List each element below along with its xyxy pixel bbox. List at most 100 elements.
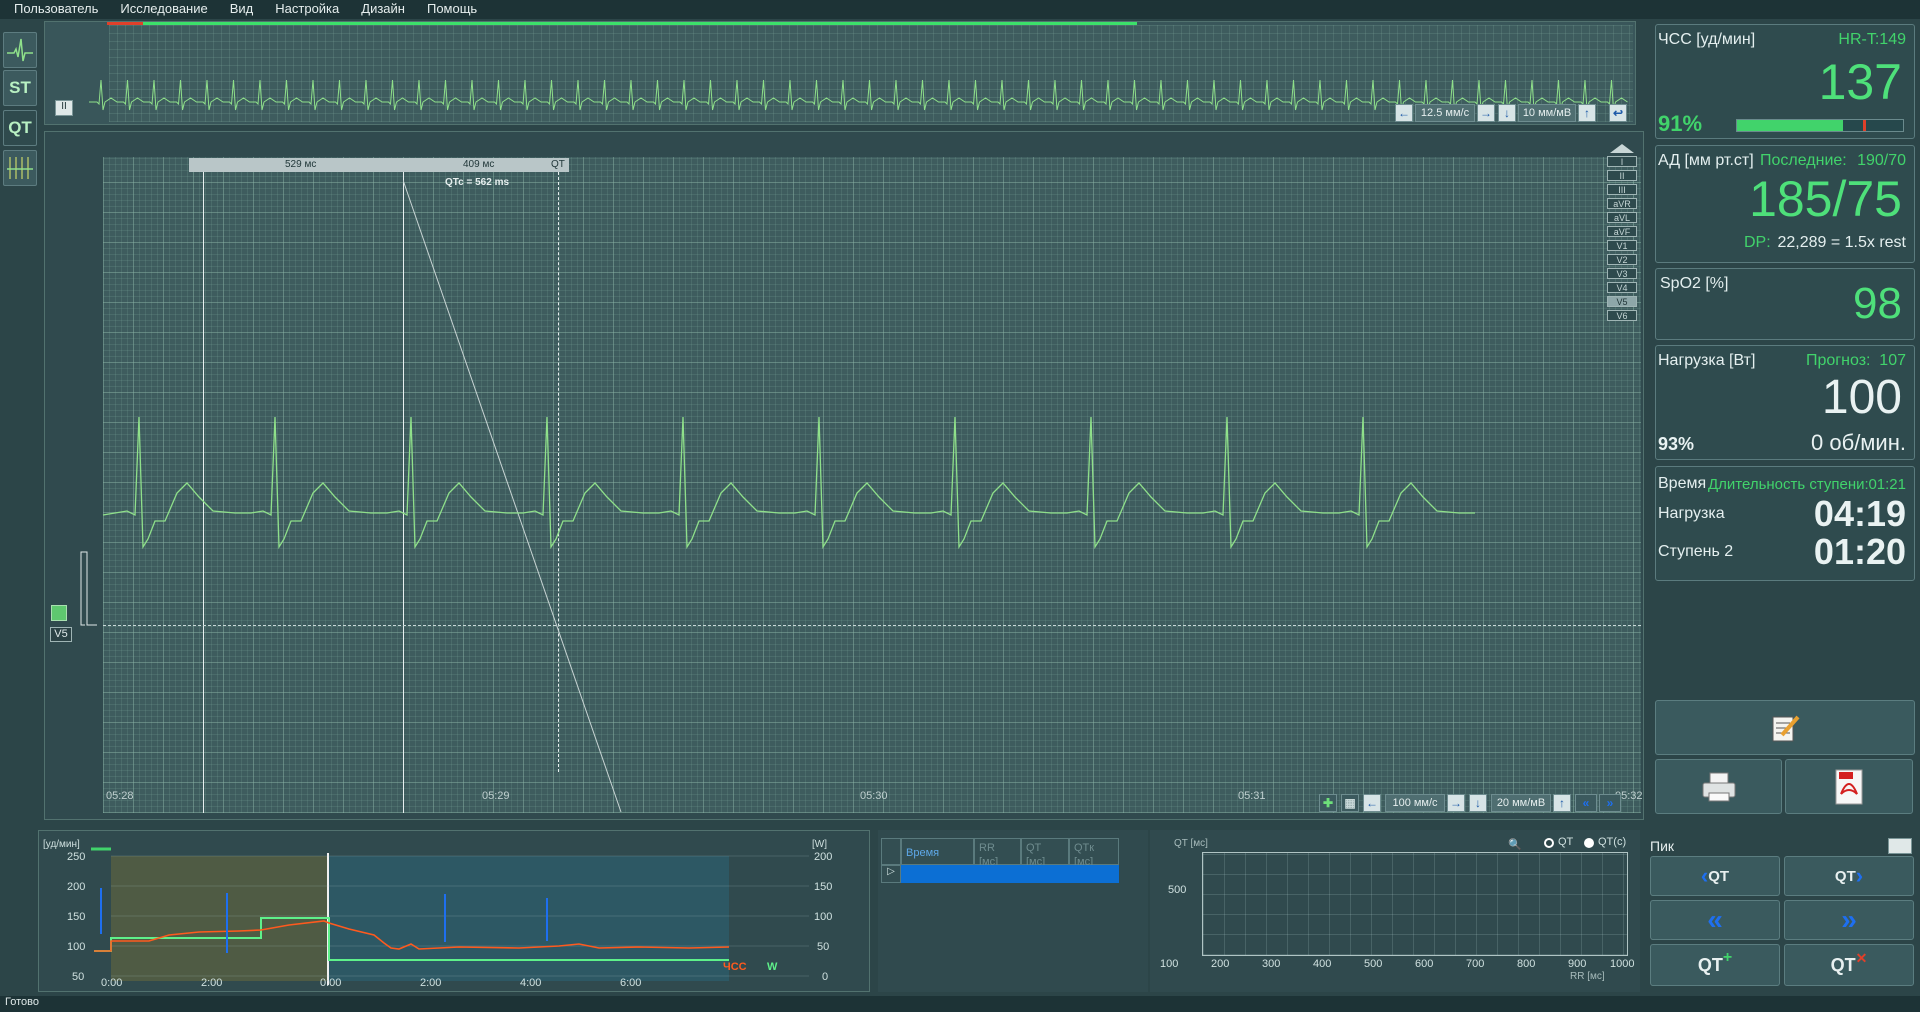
main-gain: 20 мм/мВ (1491, 794, 1551, 812)
load-label: Нагрузка [Вт] (1658, 352, 1756, 369)
radio-qtc-label: QT(c) (1598, 836, 1627, 848)
qt-plot-ytick-500: 500 (1168, 880, 1186, 898)
prev-qt-button[interactable]: ‹ QT (1650, 856, 1780, 896)
hr-bar-fill (1737, 120, 1843, 131)
qt-plot-xlabel: RR [мс] (1570, 971, 1605, 982)
overview-speed: 12.5 мм/с (1415, 104, 1475, 122)
bp-last-value: 190/70 (1857, 152, 1906, 169)
zoom-in-button[interactable]: ✚ (1319, 794, 1337, 812)
delete-x-icon: ✕ (1855, 949, 1868, 966)
gain-up-button[interactable]: ↑ (1553, 794, 1571, 812)
main-ecg-panel: 529 мс 409 мс QT QTc = 562 ms V5 05:28 0… (44, 131, 1644, 820)
zoom-fit-button[interactable]: ▦ (1341, 794, 1359, 812)
trend-x-tick-1: 0:00 (101, 977, 123, 989)
menu-study[interactable]: Исследование (106, 0, 215, 19)
next-qt-button[interactable]: QT › (1784, 856, 1914, 896)
qt-plot-xtick-1000: 1000 (1610, 958, 1635, 970)
lead-V1[interactable]: V1 (1607, 240, 1637, 251)
bp-label: АД [мм рт.ст] (1658, 152, 1754, 169)
add-qt-button[interactable]: QT + (1650, 944, 1780, 986)
radio-qt[interactable] (1544, 838, 1554, 848)
double-chevron-left-icon: « (1707, 904, 1723, 935)
overview-speed-down[interactable]: ← (1395, 104, 1413, 122)
trend-x-tick-3: 0:00 (320, 977, 342, 989)
scroll-back-button[interactable]: « (1575, 794, 1597, 812)
qt-col-time[interactable]: Время (901, 838, 974, 865)
qt-plot-xtick-400: 400 (1313, 958, 1332, 970)
main-ecg-trace (80, 416, 1475, 626)
magnifier-icon[interactable]: 🔍 (1508, 838, 1522, 851)
qt-plot-xtick-700: 700 (1466, 958, 1485, 970)
hr-bar (1736, 119, 1904, 132)
load-forecast-value: 107 (1879, 352, 1906, 369)
overview-back-button[interactable]: ↩ (1609, 104, 1627, 122)
menu-user[interactable]: Пользователь (0, 0, 106, 19)
st-label: ST (9, 78, 31, 97)
lead-III[interactable]: III (1607, 184, 1637, 195)
qt-plot-xtick-600: 600 (1415, 958, 1434, 970)
overview-gain-up[interactable]: ↑ (1578, 104, 1596, 122)
lead-II[interactable]: II (1607, 170, 1637, 181)
qt-table-panel: Время RR [мс] QT [мс] QTк [мс] ▷ (878, 830, 1148, 992)
lead-I[interactable]: I (1607, 156, 1637, 167)
overview-gain-down[interactable]: ↓ (1498, 104, 1516, 122)
overview-marker (107, 22, 143, 25)
stage-time-value: 01:20 (1813, 531, 1906, 572)
delete-qt-button[interactable]: QT ✕ (1784, 944, 1914, 986)
qt-plot-xtick-900: 900 (1568, 958, 1587, 970)
radio-qt-label: QT (1558, 836, 1574, 848)
lead-label: V5 (50, 627, 72, 642)
notes-button[interactable] (1655, 700, 1915, 755)
pause-button[interactable]: II (55, 100, 73, 116)
lead-V3[interactable]: V3 (1607, 268, 1637, 279)
menu-help[interactable]: Помощь (413, 0, 485, 19)
st-view-icon[interactable]: ST (3, 70, 37, 106)
lead-V6[interactable]: V6 (1607, 310, 1637, 321)
chevron-left-icon: ‹ (1700, 863, 1709, 888)
menu-view[interactable]: Вид (216, 0, 262, 19)
time-label-1: 05:28 (106, 790, 134, 802)
stage-duration-value: 01:21 (1868, 476, 1906, 493)
pdf-export-button[interactable] (1785, 759, 1913, 814)
load-percent: 93% (1658, 434, 1695, 454)
qt-col-rr[interactable]: RR [мс] (974, 838, 1021, 868)
menu-design[interactable]: Дизайн (347, 0, 413, 19)
speed-down-button[interactable]: ← (1363, 794, 1381, 812)
qt-view-icon[interactable]: QT (3, 110, 37, 146)
lead-aVL[interactable]: aVL (1607, 212, 1637, 223)
double-chevron-right-icon: » (1841, 904, 1857, 935)
status-bar: Готово (0, 996, 1920, 1012)
scroll-forward-button[interactable]: » (1599, 794, 1621, 812)
menu-settings[interactable]: Настройка (261, 0, 347, 19)
peak-edit-icon[interactable] (1888, 838, 1912, 854)
forward-button[interactable]: » (1784, 900, 1914, 940)
print-button[interactable] (1655, 759, 1782, 814)
overview-speed-up[interactable]: → (1477, 104, 1495, 122)
qt-table-row[interactable] (901, 865, 1119, 883)
qt-plot-xtick-100: 100 (1160, 958, 1179, 970)
chevron-right-icon: › (1855, 863, 1864, 888)
grid-view-icon[interactable] (3, 150, 37, 186)
qt-col-qtk[interactable]: QTк [мс] (1069, 838, 1119, 868)
radio-qtc[interactable] (1584, 838, 1594, 848)
qt-plot-xtick-800: 800 (1517, 958, 1536, 970)
lead-scroll-up-icon[interactable] (1610, 144, 1634, 153)
stage-label: Ступень 2 (1658, 543, 1734, 560)
rewind-button[interactable]: « (1650, 900, 1780, 940)
trend-x-tick-5: 4:00 (520, 977, 542, 989)
notepad-icon (1772, 715, 1800, 741)
qt-plot-xtick-500: 500 (1364, 958, 1383, 970)
lead-V2[interactable]: V2 (1607, 254, 1637, 265)
hr-percent: 91% (1658, 111, 1703, 136)
lead-aVR[interactable]: aVR (1607, 198, 1637, 209)
lead-aVF[interactable]: aVF (1607, 226, 1637, 237)
speed-up-button[interactable]: → (1447, 794, 1465, 812)
gain-down-button[interactable]: ↓ (1469, 794, 1487, 812)
overview-strip: II ← 12.5 мм/с → ↓ 10 мм/мВ ↑ ↩ (44, 21, 1636, 125)
lead-V4[interactable]: V4 (1607, 282, 1637, 293)
pdf-icon (1835, 769, 1863, 804)
lead-V5[interactable]: V5 (1607, 296, 1637, 307)
qt-col-qt[interactable]: QT [мс] (1021, 838, 1069, 868)
dp-value: 22,289 = 1.5x rest (1777, 234, 1906, 251)
ecg-view-icon[interactable] (3, 32, 37, 68)
